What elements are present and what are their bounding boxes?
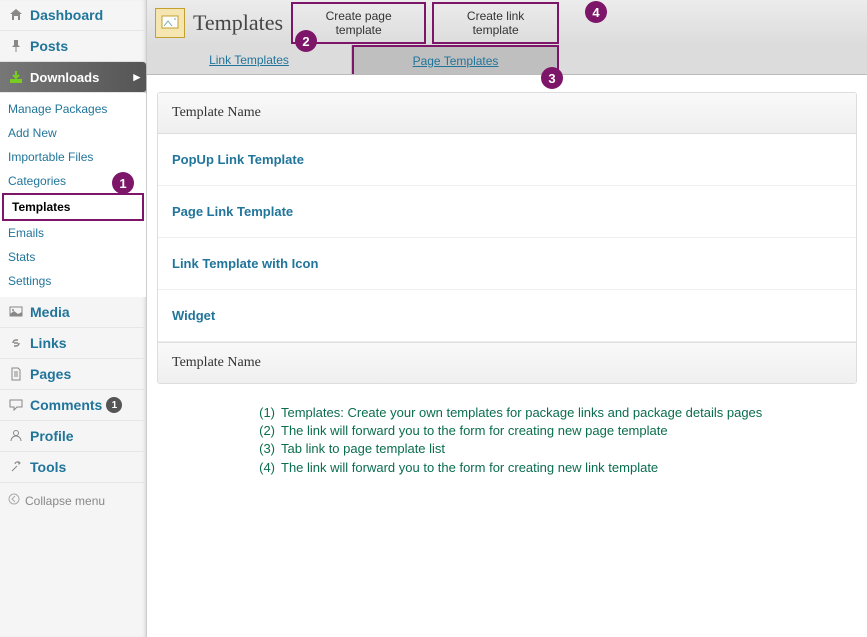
comment-icon xyxy=(8,397,24,413)
table-footer: Template Name xyxy=(158,342,856,383)
annotations-legend: (1) Templates: Create your own templates … xyxy=(157,384,857,497)
collapse-icon xyxy=(8,493,20,508)
legend-num: (4) xyxy=(247,459,275,477)
legend-text: The link will forward you to the form fo… xyxy=(281,459,658,477)
sidebar-subitem-manage-packages[interactable]: Manage Packages xyxy=(0,97,146,121)
table-row[interactable]: PopUp Link Template xyxy=(158,134,856,186)
table-header: Template Name xyxy=(158,93,856,134)
legend-text: Templates: Create your own templates for… xyxy=(281,404,762,422)
collapse-menu[interactable]: Collapse menu xyxy=(0,483,146,518)
annotation-badge-1: 1 xyxy=(112,172,134,194)
chevron-right-icon: ▸ xyxy=(133,69,140,85)
sidebar-item-pages[interactable]: Pages xyxy=(0,359,146,390)
annotation-badge-2: 2 xyxy=(295,30,317,52)
sidebar-subitem-settings[interactable]: Settings xyxy=(0,269,146,293)
sidebar-item-tools[interactable]: Tools xyxy=(0,452,146,483)
tab-link-templates[interactable]: Link Templates xyxy=(147,45,352,74)
media-icon xyxy=(8,304,24,320)
sidebar-label: Profile xyxy=(30,428,74,444)
sidebar-item-media[interactable]: Media xyxy=(0,297,146,328)
templates-table: Template Name PopUp Link Template Page L… xyxy=(157,92,857,384)
pin-icon xyxy=(8,38,24,54)
table-row[interactable]: Link Template with Icon xyxy=(158,238,856,290)
page-header: Templates Create page template Create li… xyxy=(147,0,867,45)
tab-page-templates[interactable]: Page Templates xyxy=(352,45,559,74)
sidebar-submenu: Manage Packages Add New Importable Files… xyxy=(0,93,146,297)
table-row[interactable]: Page Link Template xyxy=(158,186,856,238)
legend-num: (1) xyxy=(247,404,275,422)
legend-num: (2) xyxy=(247,422,275,440)
home-icon xyxy=(8,7,24,23)
collapse-label: Collapse menu xyxy=(25,494,105,508)
sidebar-label: Links xyxy=(30,335,67,351)
legend-text: The link will forward you to the form fo… xyxy=(281,422,668,440)
profile-icon xyxy=(8,428,24,444)
sidebar-subitem-emails[interactable]: Emails xyxy=(0,221,146,245)
table-row[interactable]: Widget xyxy=(158,290,856,342)
legend-num: (3) xyxy=(247,440,275,458)
content-area: Template Name PopUp Link Template Page L… xyxy=(147,92,867,497)
sidebar-label: Dashboard xyxy=(30,7,103,23)
templates-page-icon xyxy=(155,8,185,38)
comments-badge: 1 xyxy=(106,397,122,413)
sidebar-label: Media xyxy=(30,304,70,320)
main-content: Templates Create page template Create li… xyxy=(147,0,867,637)
sidebar-item-links[interactable]: Links xyxy=(0,328,146,359)
tabs: Link Templates Page Templates 3 xyxy=(147,45,867,75)
sidebar: Dashboard Posts Downloads ▸ Manage Packa… xyxy=(0,0,147,637)
sidebar-label: Comments xyxy=(30,397,102,413)
legend-text: Tab link to page template list xyxy=(281,440,445,458)
sidebar-subitem-importable-files[interactable]: Importable Files xyxy=(0,145,146,169)
sidebar-label: Downloads xyxy=(30,70,99,85)
sidebar-subitem-stats[interactable]: Stats xyxy=(0,245,146,269)
annotation-badge-3: 3 xyxy=(541,67,563,89)
sidebar-item-comments[interactable]: Comments 1 xyxy=(0,390,146,421)
sidebar-subitem-templates[interactable]: Templates xyxy=(2,193,144,221)
tools-icon xyxy=(8,459,24,475)
create-link-template-button[interactable]: Create link template xyxy=(432,2,559,44)
sidebar-label: Tools xyxy=(30,459,66,475)
page-icon xyxy=(8,366,24,382)
download-icon xyxy=(8,69,24,85)
sidebar-item-dashboard[interactable]: Dashboard xyxy=(0,0,146,31)
link-icon xyxy=(8,335,24,351)
sidebar-item-posts[interactable]: Posts xyxy=(0,31,146,62)
sidebar-subitem-add-new[interactable]: Add New xyxy=(0,121,146,145)
sidebar-label: Posts xyxy=(30,38,68,54)
sidebar-label: Pages xyxy=(30,366,71,382)
sidebar-item-profile[interactable]: Profile xyxy=(0,421,146,452)
annotation-badge-4: 4 xyxy=(585,1,607,23)
page-title: Templates xyxy=(193,10,283,36)
sidebar-item-downloads[interactable]: Downloads ▸ xyxy=(0,62,146,93)
